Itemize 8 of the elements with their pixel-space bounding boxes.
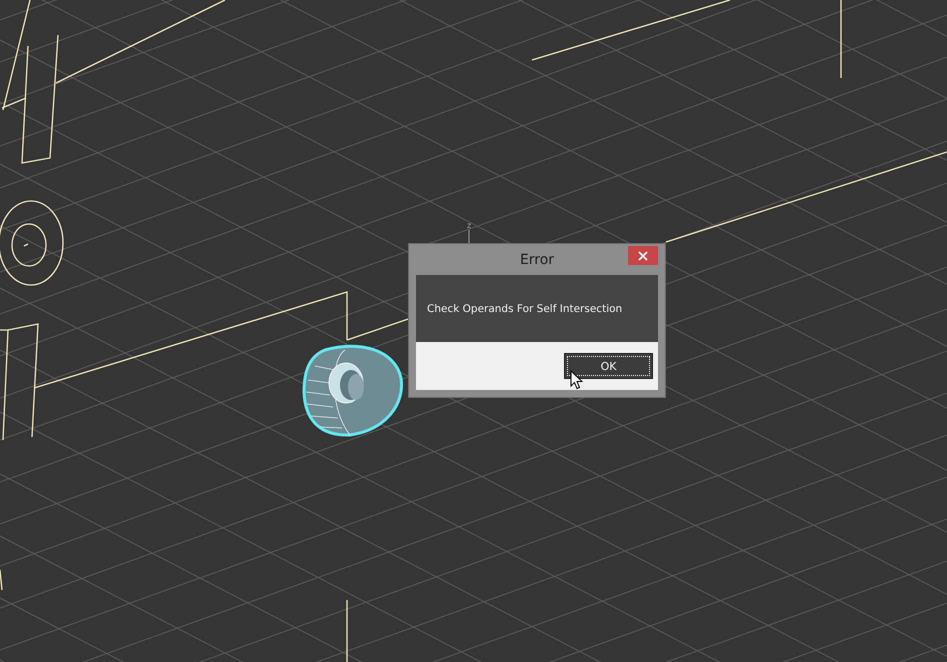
axis-line <box>468 230 470 244</box>
axis-label: z <box>467 221 472 230</box>
close-icon <box>638 250 648 260</box>
close-button[interactable] <box>628 246 658 265</box>
error-message: Check Operands For Self Intersection <box>427 302 622 314</box>
ok-button[interactable]: OK <box>564 353 653 379</box>
dialog-title: Error <box>520 252 554 268</box>
cursor-icon <box>570 370 583 390</box>
